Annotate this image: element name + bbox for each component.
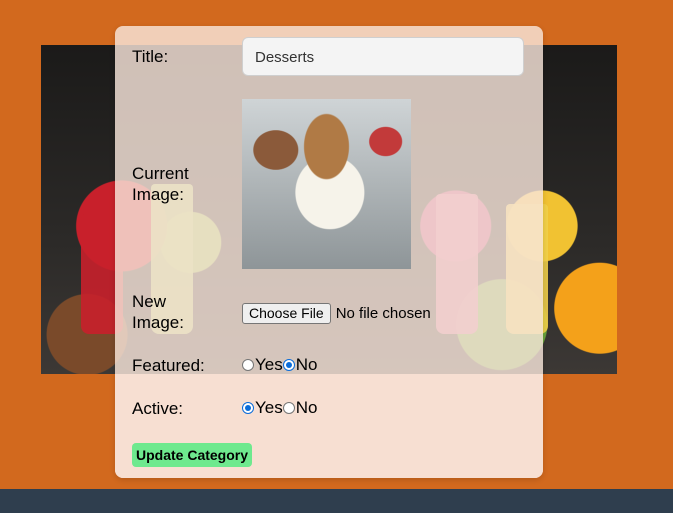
active-yes-label: Yes xyxy=(255,398,283,417)
current-image-label-line2: Image: xyxy=(132,185,184,204)
current-image-label: Current Image: xyxy=(132,163,189,205)
file-input: Choose File No file chosen xyxy=(242,302,431,324)
featured-label: Featured: xyxy=(132,356,205,375)
title-label: Title: xyxy=(132,47,169,66)
update-category-button[interactable]: Update Category xyxy=(132,443,253,467)
new-image-label-line2: Image: xyxy=(132,313,184,332)
title-input[interactable]: Desserts xyxy=(242,37,524,76)
file-status-text: No file chosen xyxy=(335,304,431,322)
active-yes-radio[interactable] xyxy=(242,402,254,414)
new-image-label-line1: New xyxy=(132,292,167,311)
featured-yes-label: Yes xyxy=(255,355,283,374)
featured-radio-group: Yes No xyxy=(242,355,317,375)
choose-file-button[interactable]: Choose File xyxy=(242,302,331,324)
featured-no-radio[interactable] xyxy=(282,359,295,371)
new-image-label: New Image: xyxy=(132,291,184,333)
current-image-label-line1: Current xyxy=(132,164,189,183)
featured-no-label: No xyxy=(295,355,318,374)
active-label: Active: xyxy=(132,399,184,418)
active-no-radio[interactable] xyxy=(282,402,295,414)
footer-bar xyxy=(0,489,673,513)
current-image-thumbnail xyxy=(242,99,411,269)
edit-category-form: Title: Desserts Current Image: New Image… xyxy=(115,26,543,478)
active-radio-group: Yes No xyxy=(242,398,317,418)
active-no-label: No xyxy=(295,398,318,417)
featured-yes-radio[interactable] xyxy=(242,359,254,371)
